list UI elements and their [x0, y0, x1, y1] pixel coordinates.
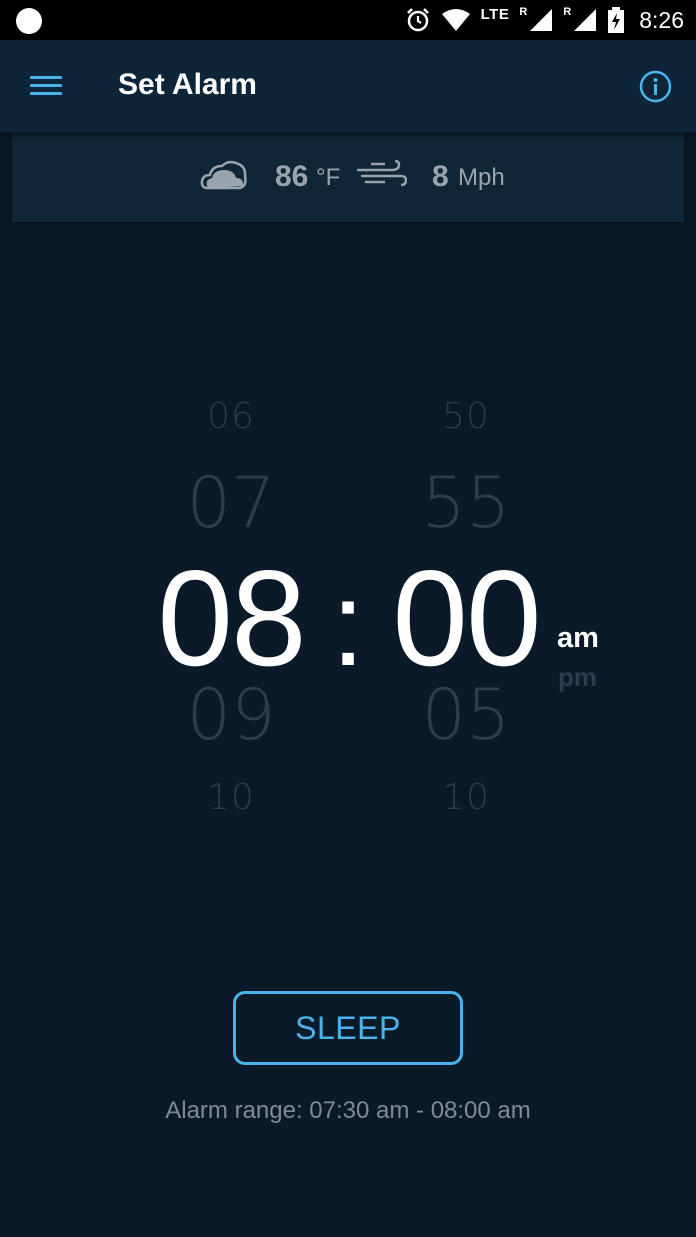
network-type-label: LTE	[480, 5, 510, 23]
wifi-icon	[441, 9, 470, 31]
minute-selected[interactable]: 00	[366, 540, 566, 696]
roaming-indicator-2: R	[563, 6, 572, 18]
wind-speed-unit: Mph	[458, 164, 505, 191]
cloud-icon	[200, 160, 247, 190]
temperature-value: 86	[275, 160, 309, 193]
notification-dot-icon	[16, 8, 42, 34]
signal-strength-icon	[530, 9, 553, 31]
wind-icon	[357, 160, 407, 187]
wind-speed-value: 8	[432, 160, 449, 193]
signal-strength-icon-2	[574, 9, 597, 31]
hour-option-prev-2[interactable]: 06	[131, 396, 331, 437]
temperature-unit: °F	[316, 164, 341, 191]
hamburger-menu-icon[interactable]	[30, 74, 62, 98]
alarm-range-text: Alarm range: 07:30 am - 08:00 am	[165, 1097, 531, 1124]
hour-selected[interactable]: 08	[131, 540, 331, 696]
minute-option-next-2[interactable]: 10	[366, 777, 566, 818]
hour-option-next-2[interactable]: 10	[131, 777, 331, 818]
set-alarm-screen: LTE R R 8:26 Set Alarm 86 °F 8 Mph 06 07…	[0, 0, 696, 1237]
info-icon[interactable]	[639, 70, 672, 103]
status-time: 8:26	[639, 6, 684, 33]
roaming-indicator: R	[519, 6, 528, 18]
period-am-selected[interactable]: am	[557, 622, 599, 655]
status-icons: LTE R R 8:26	[405, 0, 684, 40]
status-bar: LTE R R 8:26	[0, 0, 696, 40]
minute-option-next-1[interactable]: 05	[366, 674, 566, 756]
sleep-button[interactable]: SLEEP	[233, 991, 463, 1065]
battery-charging-icon	[608, 7, 625, 33]
weather-card: 86 °F 8 Mph	[12, 130, 684, 222]
hour-option-next-1[interactable]: 09	[131, 674, 331, 756]
alarm-clock-icon	[406, 8, 429, 32]
minute-option-prev-2[interactable]: 50	[366, 396, 566, 437]
minute-option-prev-1[interactable]: 55	[366, 462, 566, 544]
period-pm-option[interactable]: pm	[558, 662, 597, 693]
page-title: Set Alarm	[118, 68, 257, 101]
app-bar: Set Alarm	[0, 40, 696, 132]
hour-option-prev-1[interactable]: 07	[131, 462, 331, 544]
